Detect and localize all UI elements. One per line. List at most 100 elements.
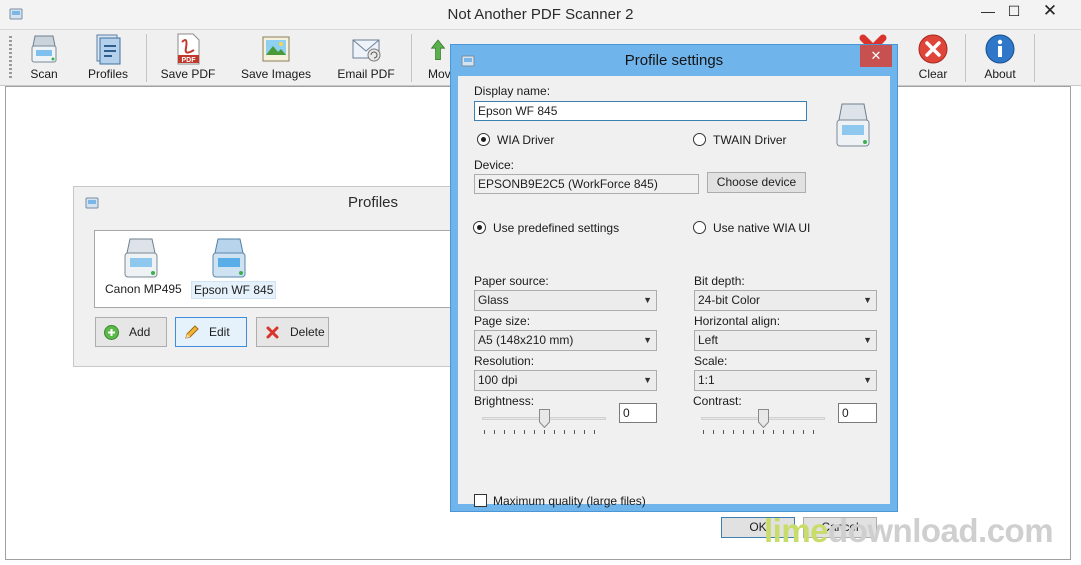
window-title: Not Another PDF Scanner 2	[447, 6, 634, 23]
pdf-file-icon: PDF	[177, 33, 200, 65]
slider-ticks	[703, 430, 823, 434]
display-name-label: Display name:	[474, 84, 551, 98]
add-label: Add	[129, 325, 151, 339]
clear-label: Clear	[918, 67, 948, 81]
profiles-list[interactable]: Canon MP495 Epson WF 845	[94, 230, 474, 308]
minimize-button[interactable]: —	[975, 0, 1001, 24]
slider-ticks	[484, 430, 604, 434]
choose-device-button[interactable]: Choose device	[707, 172, 806, 193]
brightness-slider[interactable]	[482, 409, 606, 437]
watermark-logo: limedownload.com	[764, 512, 1054, 550]
display-name-input[interactable]: Epson WF 845	[474, 101, 807, 121]
scale-select[interactable]: 1:1 ▼	[694, 370, 877, 391]
main-title-bar: Not Another PDF Scanner 2 — ☐ ✕	[0, 0, 1081, 30]
toolbar-separator	[411, 34, 412, 82]
delete-profile-button[interactable]: Delete	[256, 317, 329, 347]
bit-depth-value: 24-bit Color	[698, 293, 761, 307]
slider-thumb[interactable]	[758, 409, 769, 428]
contrast-input[interactable]: 0	[838, 403, 877, 423]
chevron-down-icon: ▼	[863, 335, 872, 345]
brightness-input[interactable]: 0	[619, 403, 657, 423]
clear-button[interactable]: Clear	[910, 32, 956, 84]
predefined-settings-radio[interactable]	[473, 221, 486, 234]
move-label: Mov	[428, 67, 451, 81]
max-quality-label: Maximum quality (large files)	[493, 494, 646, 508]
profile-item-epson[interactable]: Epson WF 845	[191, 235, 277, 299]
slider-thumb[interactable]	[539, 409, 550, 428]
paper-source-select[interactable]: Glass ▼	[474, 290, 657, 311]
page-size-select[interactable]: A5 (148x210 mm) ▼	[474, 330, 657, 351]
profiles-icon	[96, 34, 121, 65]
resolution-select[interactable]: 100 dpi ▼	[474, 370, 657, 391]
device-label: Device:	[474, 158, 515, 172]
move-up-arrow-icon	[430, 39, 446, 60]
contrast-slider[interactable]	[701, 409, 825, 437]
dialog-close-button[interactable]: ✕	[860, 45, 892, 67]
image-icon	[262, 36, 290, 62]
max-quality-checkbox[interactable]	[474, 494, 487, 507]
save-images-label: Save Images	[240, 67, 312, 81]
horizontal-align-value: Left	[698, 333, 719, 347]
wia-driver-label: WIA Driver	[497, 133, 555, 147]
page-size-value: A5 (148x210 mm)	[478, 333, 574, 347]
watermark-part-b: download.com	[828, 512, 1054, 549]
native-wia-ui-radio[interactable]	[693, 221, 706, 234]
profiles-title: Profiles	[347, 194, 399, 211]
resolution-label: Resolution:	[474, 354, 535, 368]
profile-item-label: Epson WF 845	[191, 281, 277, 299]
save-pdf-button[interactable]: PDF Save PDF	[160, 32, 216, 84]
dialog-title: Profile settings	[624, 52, 724, 69]
maximize-button[interactable]: ☐	[1001, 0, 1027, 24]
close-window-button[interactable]: ✕	[1027, 0, 1073, 24]
chevron-down-icon: ▼	[863, 375, 872, 385]
email-pdf-button[interactable]: Email PDF	[336, 32, 396, 84]
delete-x-icon	[266, 326, 279, 339]
edit-label: Edit	[209, 325, 230, 339]
edit-profile-button[interactable]: Edit	[175, 317, 247, 347]
scanner-icon	[124, 238, 158, 278]
profile-item-label: Canon MP495	[105, 282, 182, 296]
scanner-icon	[31, 35, 57, 63]
chevron-down-icon: ▼	[643, 335, 652, 345]
horizontal-align-select[interactable]: Left ▼	[694, 330, 877, 351]
scan-button[interactable]: Scan	[22, 32, 66, 84]
scanner-icon	[212, 238, 246, 278]
dialog-body: Display name: Epson WF 845 WIA Driver TW…	[458, 76, 890, 538]
svg-text:PDF: PDF	[182, 57, 197, 64]
about-button[interactable]: About	[976, 32, 1024, 84]
profiles-window: Profiles Canon MP495 Epson WF 845 Add Ed…	[73, 186, 474, 367]
device-field: EPSONB9E2C5 (WorkForce 845)	[474, 174, 699, 194]
toolbar-grip	[9, 36, 12, 80]
email-pdf-label: Email PDF	[337, 67, 395, 81]
twain-driver-label: TWAIN Driver	[713, 133, 787, 147]
scale-value: 1:1	[698, 373, 715, 387]
toolbar-separator	[1034, 34, 1035, 82]
page-size-label: Page size:	[474, 314, 531, 328]
horizontal-align-label: Horizontal align:	[694, 314, 781, 328]
scale-label: Scale:	[694, 354, 728, 368]
twain-driver-radio[interactable]	[693, 133, 706, 146]
add-icon	[104, 325, 119, 340]
save-images-button[interactable]: Save Images	[240, 32, 312, 84]
paper-source-value: Glass	[478, 293, 509, 307]
bit-depth-select[interactable]: 24-bit Color ▼	[694, 290, 877, 311]
profiles-button[interactable]: Profiles	[85, 32, 131, 84]
add-profile-button[interactable]: Add	[95, 317, 167, 347]
paper-source-label: Paper source:	[474, 274, 549, 288]
chevron-down-icon: ▼	[643, 375, 652, 385]
delete-label: Delete	[290, 325, 325, 339]
watermark-part-a: lime	[764, 512, 829, 549]
email-icon	[352, 39, 381, 62]
move-button[interactable]: Mov	[425, 32, 453, 84]
contrast-label: Contrast:	[693, 394, 742, 408]
profile-item-canon[interactable]: Canon MP495	[103, 235, 182, 297]
wia-driver-radio[interactable]	[477, 133, 490, 146]
save-pdf-label: Save PDF	[160, 67, 216, 81]
scan-label: Scan	[30, 67, 58, 81]
info-icon	[985, 34, 1015, 64]
profiles-label: Profiles	[87, 67, 128, 81]
brightness-label: Brightness:	[474, 394, 535, 408]
toolbar-separator	[146, 34, 147, 82]
chevron-down-icon: ▼	[863, 295, 872, 305]
native-wia-ui-label: Use native WIA UI	[713, 221, 811, 235]
